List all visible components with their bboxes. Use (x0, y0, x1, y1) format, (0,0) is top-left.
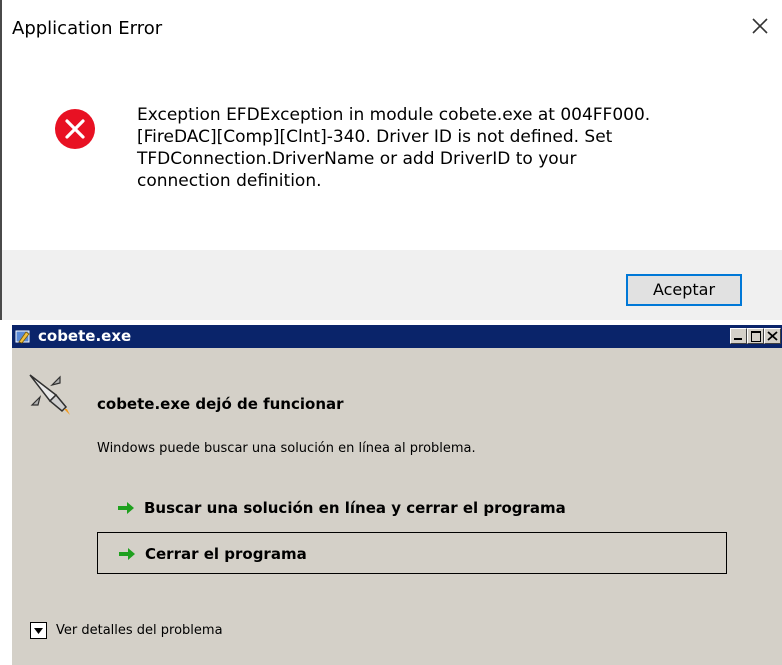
minimize-button[interactable] (730, 328, 747, 344)
close-button[interactable] (764, 328, 781, 344)
dialog-title: Application Error (12, 18, 163, 39)
option-label: Buscar una solución en línea y cerrar el… (144, 499, 566, 517)
shuttle-icon (26, 371, 72, 417)
green-arrow-icon (117, 500, 135, 516)
application-error-dialog: Application Error Exception EFDException… (0, 0, 782, 320)
error-message: Exception EFDException in module cobete.… (137, 104, 757, 192)
crash-description: Windows puede buscar una solución en lín… (97, 441, 476, 456)
aceptar-button[interactable]: Aceptar (626, 274, 742, 306)
maximize-button[interactable] (747, 328, 764, 344)
window-title: cobete.exe (38, 327, 132, 345)
error-message-line: [FireDAC][Comp][Clnt]-340. Driver ID is … (137, 127, 613, 147)
error-message-line: connection definition. (137, 171, 322, 191)
crash-heading: cobete.exe dejó de funcionar (97, 395, 344, 413)
app-icon (15, 328, 33, 346)
chevron-down-icon[interactable] (30, 622, 47, 639)
error-message-line: Exception EFDException in module cobete.… (137, 105, 651, 125)
option-label: Cerrar el programa (145, 545, 307, 563)
close-program-option[interactable]: Cerrar el programa (97, 532, 727, 574)
error-message-line: TFDConnection.DriverName or add DriverID… (137, 149, 577, 169)
green-arrow-icon (118, 546, 136, 562)
button-bar: Aceptar (2, 250, 782, 320)
error-icon (54, 108, 96, 150)
titlebar[interactable]: cobete.exe (12, 325, 782, 348)
view-details-link[interactable]: Ver detalles del problema (56, 623, 223, 638)
search-solution-option[interactable]: Buscar una solución en línea y cerrar el… (97, 487, 727, 529)
close-icon[interactable] (748, 14, 772, 38)
crash-dialog: cobete.exe cobete.exe dejó de funcionar … (12, 325, 782, 665)
